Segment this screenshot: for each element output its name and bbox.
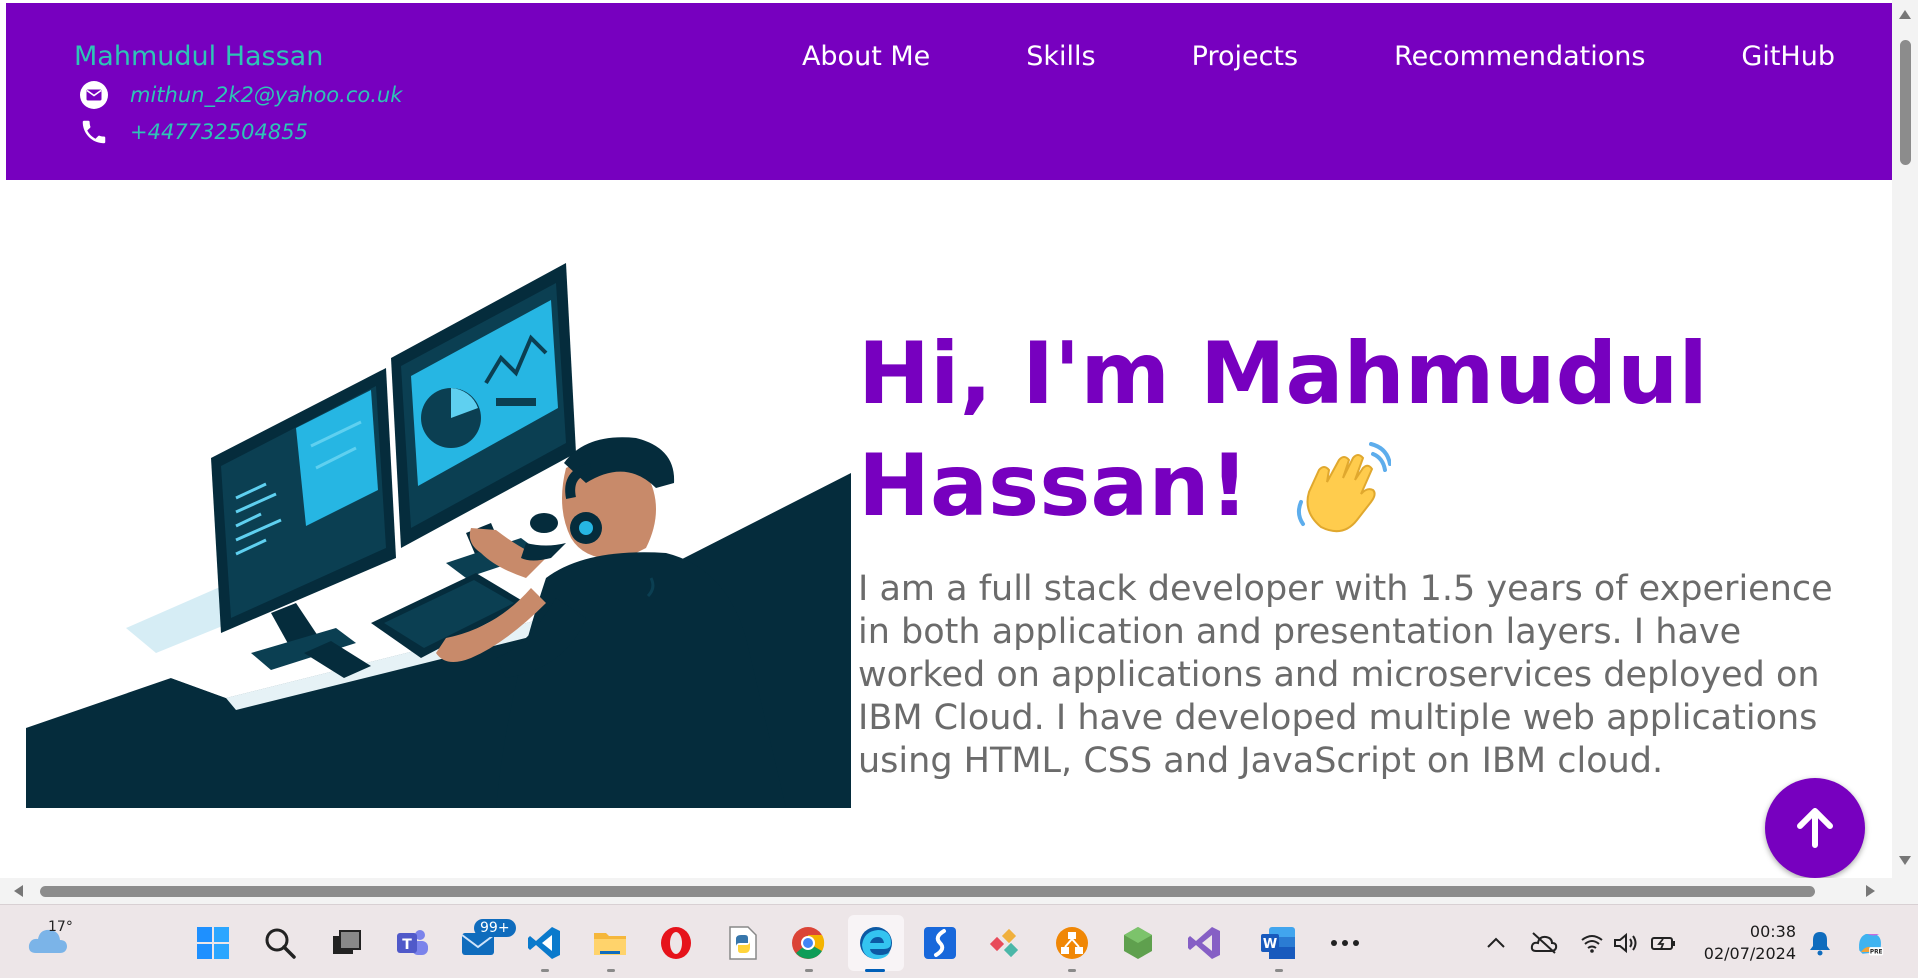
git-kraken-icon[interactable] bbox=[986, 923, 1026, 963]
battery-icon[interactable] bbox=[1650, 929, 1678, 957]
volume-icon[interactable] bbox=[1612, 929, 1640, 957]
system-clock[interactable]: 00:38 02/07/2024 bbox=[1700, 921, 1796, 965]
horizontal-scroll-thumb[interactable] bbox=[40, 886, 1815, 897]
clock-time: 00:38 bbox=[1749, 922, 1796, 941]
more-icon[interactable] bbox=[1325, 923, 1365, 963]
svg-text:W: W bbox=[1263, 937, 1277, 952]
browser-viewport: Mahmudul Hassan mithun_2k2@yahoo.co.uk +… bbox=[0, 0, 1918, 904]
scroll-down-arrow-icon[interactable] bbox=[1899, 856, 1911, 865]
scroll-up-arrow-icon[interactable] bbox=[1899, 10, 1911, 19]
file-explorer-icon[interactable] bbox=[590, 923, 630, 963]
clock-date: 02/07/2024 bbox=[1703, 944, 1796, 963]
windows-taskbar: 17° T 99+ W 00:38 02/07/2024 PRE bbox=[0, 904, 1918, 978]
draw-io-icon[interactable] bbox=[1052, 923, 1092, 963]
copilot-icon[interactable]: PRE bbox=[1856, 929, 1884, 957]
task-view-icon[interactable] bbox=[326, 923, 366, 963]
waving-hand-icon bbox=[1291, 441, 1392, 542]
contact-phone[interactable]: +447732504855 bbox=[130, 120, 308, 144]
back-to-top-button[interactable] bbox=[1765, 778, 1865, 878]
scroll-left-arrow-icon[interactable] bbox=[14, 885, 23, 897]
horizontal-scrollbar[interactable] bbox=[0, 878, 1892, 904]
wifi-icon[interactable] bbox=[1578, 929, 1606, 957]
teams-icon[interactable]: T bbox=[392, 923, 432, 963]
site-header: Mahmudul Hassan mithun_2k2@yahoo.co.uk +… bbox=[6, 3, 1892, 180]
svg-text:PRE: PRE bbox=[1870, 950, 1883, 956]
nav-recommendations[interactable]: Recommendations bbox=[1394, 41, 1645, 72]
contact-phone-row: +447732504855 bbox=[78, 116, 308, 148]
hero-title-line1: Hi, I'm Mahmudul bbox=[858, 324, 1708, 424]
nav-about-me[interactable]: About Me bbox=[802, 41, 930, 72]
word-running-indicator bbox=[1275, 969, 1283, 972]
notification-bell-icon[interactable] bbox=[1806, 929, 1834, 957]
chevron-up-icon[interactable] bbox=[1482, 929, 1510, 957]
opera-icon[interactable] bbox=[656, 923, 696, 963]
mail-unread-badge: 99+ bbox=[474, 919, 516, 937]
vscode-running-indicator bbox=[541, 969, 549, 972]
edge-active-indicator bbox=[865, 969, 885, 972]
weather-temperature: 17° bbox=[48, 919, 73, 935]
onedrive-offline-icon[interactable] bbox=[1530, 929, 1558, 957]
hero-description: I am a full stack developer with 1.5 yea… bbox=[858, 569, 1833, 781]
email-icon bbox=[78, 79, 110, 111]
word-icon[interactable]: W bbox=[1258, 923, 1298, 963]
nav-skills[interactable]: Skills bbox=[1026, 41, 1095, 72]
vertical-scrollbar[interactable] bbox=[1892, 0, 1918, 904]
sourcetree-icon[interactable] bbox=[920, 923, 960, 963]
arrow-up-icon bbox=[1797, 808, 1833, 848]
edge-icon[interactable] bbox=[856, 923, 896, 963]
site-brand-name[interactable]: Mahmudul Hassan bbox=[74, 41, 323, 72]
svg-text:T: T bbox=[402, 937, 412, 953]
vscode-icon[interactable] bbox=[524, 923, 564, 963]
explorer-running-indicator bbox=[607, 969, 615, 972]
search-icon[interactable] bbox=[260, 923, 300, 963]
developer-illustration bbox=[26, 258, 851, 808]
hero-title: Hi, I'm Mahmudul Hassan! bbox=[858, 318, 1738, 542]
contact-email-row: mithun_2k2@yahoo.co.uk bbox=[78, 79, 402, 111]
start-icon[interactable] bbox=[193, 923, 233, 963]
drawio-running-indicator bbox=[1068, 969, 1076, 972]
nodejs-icon[interactable] bbox=[1118, 923, 1158, 963]
contact-email[interactable]: mithun_2k2@yahoo.co.uk bbox=[130, 83, 402, 107]
chrome-running-indicator bbox=[805, 969, 813, 972]
scroll-right-arrow-icon[interactable] bbox=[1866, 885, 1875, 897]
vertical-scroll-thumb[interactable] bbox=[1900, 40, 1911, 165]
hero-title-line2: Hassan! bbox=[858, 436, 1249, 536]
phone-icon bbox=[78, 116, 110, 148]
nav-github[interactable]: GitHub bbox=[1741, 41, 1835, 72]
visual-studio-icon[interactable] bbox=[1184, 923, 1224, 963]
chrome-icon[interactable] bbox=[788, 923, 828, 963]
nav-projects[interactable]: Projects bbox=[1192, 41, 1298, 72]
python-file-icon[interactable] bbox=[722, 923, 762, 963]
main-nav: About Me Skills Projects Recommendations… bbox=[802, 41, 1835, 72]
